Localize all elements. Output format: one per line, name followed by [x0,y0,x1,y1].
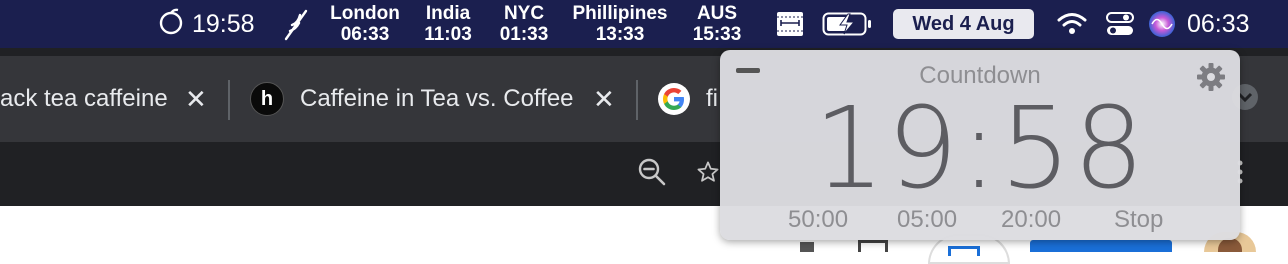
world-clock-aus[interactable]: AUS 15:33 [686,3,748,45]
page-icon-fragment [800,242,814,252]
countdown-time: 19:58 [813,84,1147,214]
clock-city: NYC [503,3,545,24]
wifi-icon[interactable] [1057,0,1087,48]
feather-icon[interactable] [282,0,310,48]
tab-separator [636,80,638,120]
clock-city: Phillipines [572,3,668,24]
screen-capture-icon[interactable] [775,0,805,48]
control-center-icon[interactable] [1105,0,1135,48]
print-icon[interactable] [858,240,888,252]
zoom-out-icon[interactable] [632,150,672,194]
clock-city: India [425,3,471,24]
tab-title: Caffeine in Tea vs. Coffee [300,85,574,112]
google-icon [658,83,690,115]
world-clock-nyc[interactable]: NYC 01:33 [494,3,554,45]
page-primary-button[interactable] [1030,240,1172,252]
tab-close-icon[interactable]: ✕ [185,84,207,115]
tab-google-search[interactable]: fi [658,56,720,142]
tomato-timer-icon [156,6,186,43]
world-clock-phillipines[interactable]: Phillipines 13:33 [564,3,676,45]
world-clock-india[interactable]: India 11:03 [418,3,478,45]
tab-caffeine-tea-vs-coffee[interactable]: h Caffeine in Tea vs. Coffee [250,56,585,142]
preset-20-min[interactable]: 20:00 [1001,206,1061,234]
tab-black-tea-caffeine[interactable]: ack tea caffeine [0,56,172,142]
menubar-clock[interactable]: 06:33 [1187,0,1250,48]
tab-separator [228,80,230,120]
timer-status-time: 19:58 [192,9,255,38]
clock-time: 01:33 [499,24,549,45]
clock-city: London [330,3,400,24]
preset-50-min[interactable]: 50:00 [788,206,848,234]
stop-button[interactable]: Stop [1114,206,1163,234]
countdown-widget: Countdown 19:58 50:00 05:00 20:00 Stop [720,50,1240,240]
tab-close-icon[interactable]: ✕ [593,84,615,115]
tab-title: ack tea caffeine [0,85,168,112]
clock-city: AUS [696,3,738,24]
clock-time: 06:33 [340,24,390,45]
tab-title: fi [706,85,718,112]
bookmark-star-icon[interactable] [696,150,720,194]
timer-status-item[interactable]: 19:58 [156,0,255,48]
h-logo-icon: h [250,82,284,116]
preset-5-min[interactable]: 05:00 [897,206,957,234]
battery-charging-icon[interactable] [822,0,874,48]
clock-time: 11:03 [424,24,472,45]
world-clock-london[interactable]: London 06:33 [326,3,404,45]
clock-time: 13:33 [595,24,645,45]
siri-icon[interactable] [1147,0,1177,48]
date-display[interactable]: Wed 4 Aug [893,9,1034,39]
clock-time: 15:33 [692,24,742,45]
menu-bar: 19:58 London 06:33 India 11:03 NYC 01:33… [0,0,1288,48]
